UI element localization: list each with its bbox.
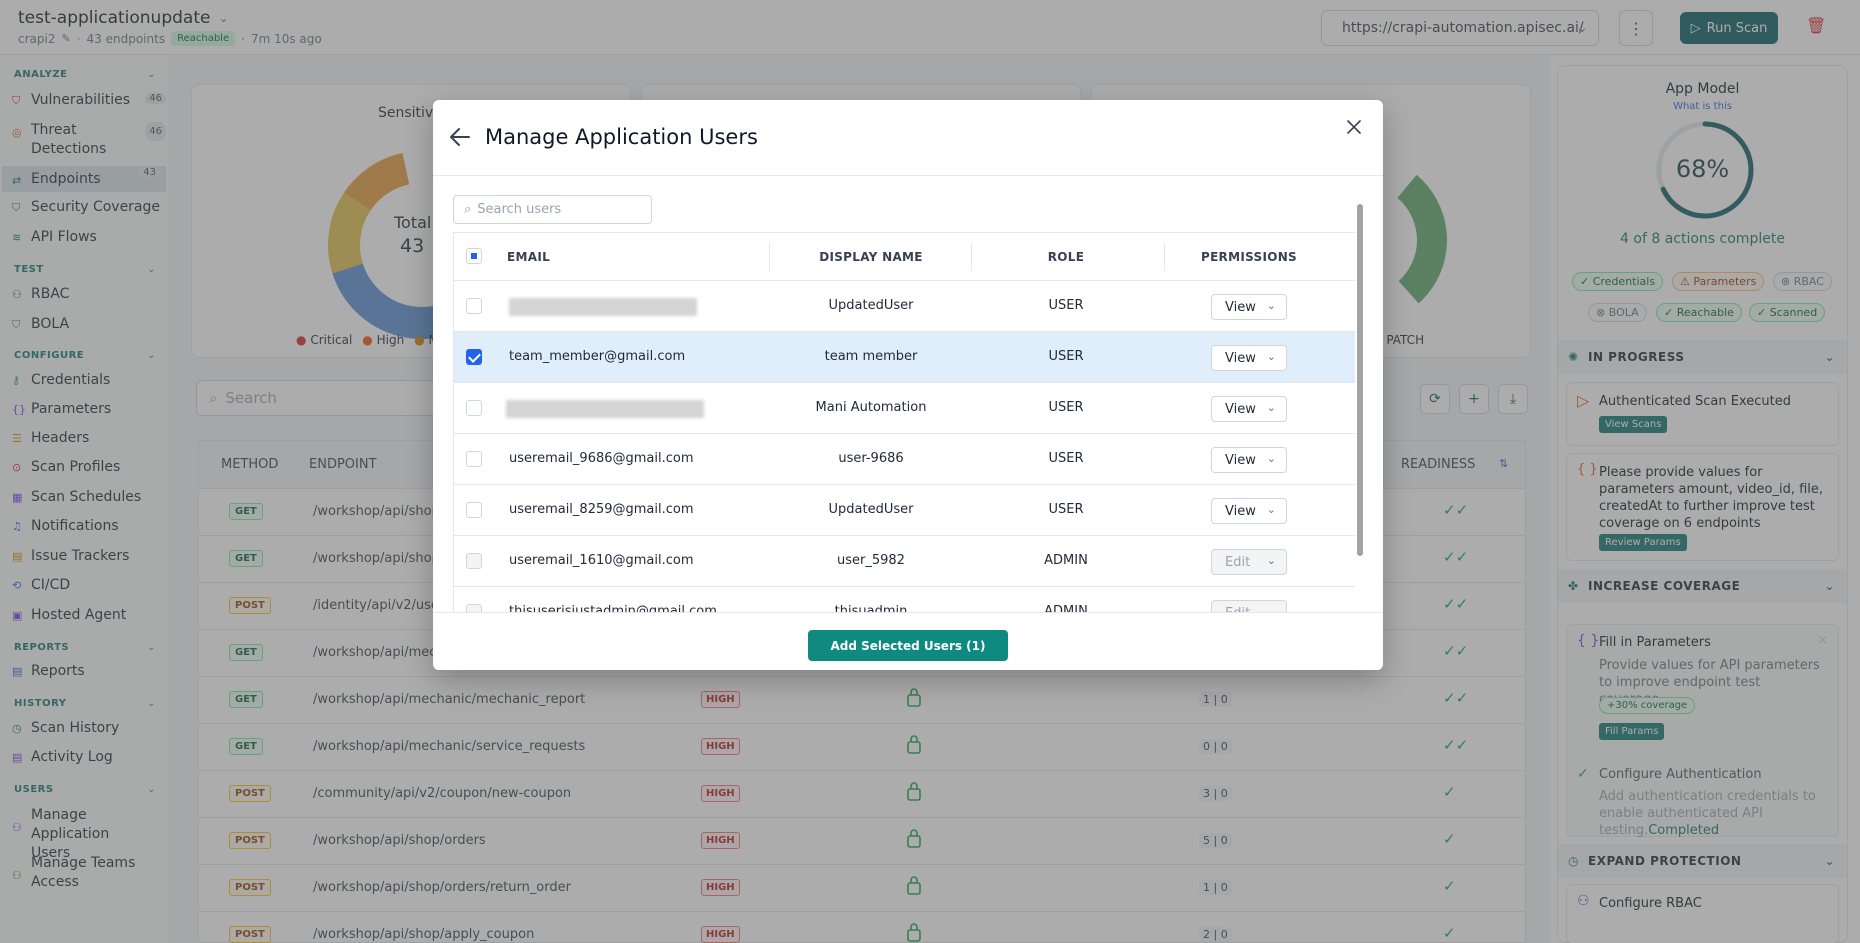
search-icon: ⌕ (464, 202, 472, 217)
user-email: team_member@gmail.com (509, 349, 686, 364)
chevron-down-icon: ⌄ (1266, 554, 1276, 567)
search-users-input[interactable] (477, 202, 638, 217)
user-role: USER (1048, 400, 1084, 415)
user-checkbox[interactable] (466, 604, 482, 612)
user-email: useremail_9686@gmail.com (509, 451, 694, 466)
user-role: USER (1048, 349, 1084, 364)
back-arrow-icon[interactable] (449, 126, 471, 148)
permission-select[interactable]: View ⌄ (1211, 345, 1287, 371)
add-selected-users-button[interactable]: Add Selected Users (1) (808, 630, 1008, 661)
user-display-name: team member (824, 349, 918, 364)
user-display-name: user_5982 (837, 553, 905, 568)
permission-select[interactable]: View ⌄ (1211, 294, 1287, 320)
chevron-down-icon: ⌄ (1266, 605, 1276, 612)
users-table-header: EMAIL DISPLAY NAME ROLE PERMISSIONS (454, 233, 1355, 281)
user-checkbox[interactable] (466, 400, 482, 416)
user-role: ADMIN (1044, 553, 1088, 568)
user-role: USER (1048, 451, 1084, 466)
user-row[interactable]: useremail_8259@gmail.com UpdatedUser USER V… (454, 485, 1355, 536)
user-checkbox[interactable] (466, 298, 482, 314)
user-row[interactable]: useremail_1610@gmail.com user_5982 ADMIN Ed… (454, 536, 1355, 587)
search-users-field[interactable]: ⌕ (453, 195, 652, 224)
user-role: USER (1048, 502, 1084, 517)
scrollbar-thumb[interactable] (1357, 204, 1363, 556)
close-icon[interactable] (1345, 118, 1363, 136)
user-row[interactable]: UpdatedUser USER View ⌄ (454, 281, 1355, 332)
user-email: useremail_1610@gmail.com (509, 553, 694, 568)
chevron-down-icon: ⌄ (1266, 350, 1276, 363)
modal-header: Manage Application Users (433, 100, 1383, 176)
user-checkbox[interactable] (466, 451, 482, 467)
redacted-email (506, 400, 704, 418)
user-row[interactable]: team_member@gmail.com team member USER View… (454, 332, 1355, 383)
permission-select[interactable]: Edit⌄ (1211, 600, 1287, 612)
user-display-name: Mani Automation (815, 400, 927, 415)
select-all-checkbox[interactable] (466, 248, 482, 264)
user-checkbox[interactable] (466, 553, 482, 569)
chevron-down-icon: ⌄ (1266, 452, 1276, 465)
users-table: EMAIL DISPLAY NAME ROLE PERMISSIONS Upda… (453, 232, 1355, 612)
manage-users-modal: Manage Application Users ⌕ EMAIL DISPLAY… (433, 100, 1383, 670)
chevron-down-icon: ⌄ (1266, 299, 1276, 312)
user-checkbox[interactable] (466, 349, 482, 365)
user-display-name: thisuadmin (834, 604, 908, 612)
chevron-down-icon: ⌄ (1266, 503, 1276, 516)
user-role: ADMIN (1044, 604, 1088, 612)
user-email: useremail_8259@gmail.com (509, 502, 694, 517)
modal-title: Manage Application Users (485, 125, 758, 149)
redacted-email (509, 298, 697, 316)
permission-select[interactable]: View ⌄ (1211, 498, 1287, 524)
user-role: USER (1048, 298, 1084, 313)
user-email: thisuserisjustadmin@gmail.com (509, 604, 717, 612)
permission-select[interactable]: Edit⌄ (1211, 549, 1287, 575)
chevron-down-icon: ⌄ (1266, 401, 1276, 414)
permission-select[interactable]: View ⌄ (1211, 447, 1287, 473)
user-display-name: UpdatedUser (828, 502, 914, 517)
user-checkbox[interactable] (466, 502, 482, 518)
user-display-name: user-9686 (838, 451, 904, 466)
modal-footer: Add Selected Users (1) (433, 612, 1383, 670)
user-row[interactable]: useremail_9686@gmail.com user-9686 USER Vie… (454, 434, 1355, 485)
user-row[interactable]: thisuserisjustadmin@gmail.com thisuadmin A… (454, 587, 1355, 612)
user-display-name: UpdatedUser (828, 298, 914, 313)
permission-select[interactable]: View ⌄ (1211, 396, 1287, 422)
user-row[interactable]: Mani Automation USER View ⌄ (454, 383, 1355, 434)
